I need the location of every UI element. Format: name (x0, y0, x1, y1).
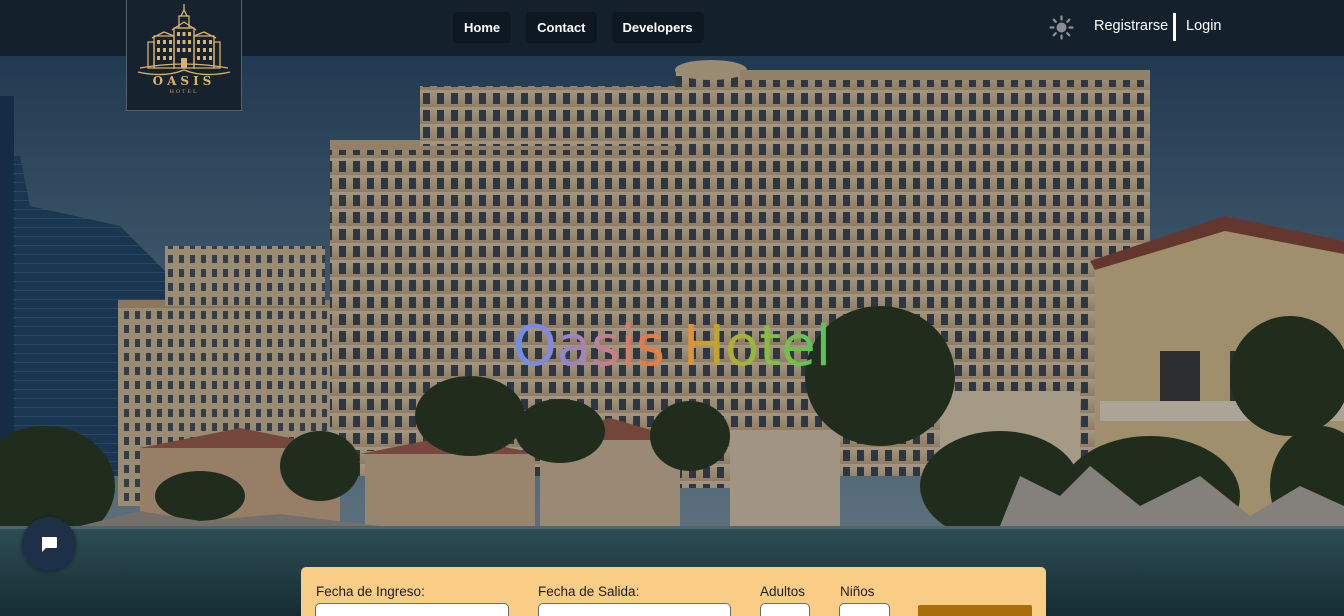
nav-home-button[interactable]: Home (453, 12, 512, 43)
chat-icon (41, 537, 57, 552)
adults-label: Adultos (760, 584, 806, 599)
adults-input[interactable] (760, 603, 810, 616)
brand-logo[interactable]: OASIS HOTEL (126, 0, 242, 111)
hero-title-container: Oasis Hotel (0, 314, 1344, 379)
register-link[interactable]: Registrarse (1094, 18, 1168, 34)
children-label: Niños (840, 584, 875, 599)
checkin-date-input[interactable] (315, 603, 509, 616)
search-availability-button[interactable] (918, 605, 1032, 616)
children-input[interactable] (839, 603, 890, 616)
login-link[interactable]: Login (1186, 18, 1221, 34)
sun-icon (1049, 15, 1074, 40)
main-nav: Home Contact Developers (453, 12, 704, 43)
nav-contact-button[interactable]: Contact (526, 12, 597, 43)
hero-section: Oasis Hotel (0, 56, 1344, 616)
brand-name: OASIS (152, 74, 216, 88)
hero-title: Oasis Hotel (512, 314, 832, 379)
booking-form: Fecha de Ingreso: Fecha de Salida: Adult… (301, 567, 1046, 616)
nav-developers-button[interactable]: Developers (611, 12, 704, 43)
checkout-label: Fecha de Salida: (538, 584, 640, 599)
brand-tagline: HOTEL (169, 89, 199, 95)
theme-toggle-button[interactable] (1049, 15, 1074, 40)
checkout-date-input[interactable] (538, 603, 731, 616)
checkin-label: Fecha de Ingreso: (316, 584, 425, 599)
hotel-building-logo-icon (137, 4, 231, 76)
chat-button[interactable] (22, 517, 76, 571)
auth-divider (1173, 13, 1176, 41)
